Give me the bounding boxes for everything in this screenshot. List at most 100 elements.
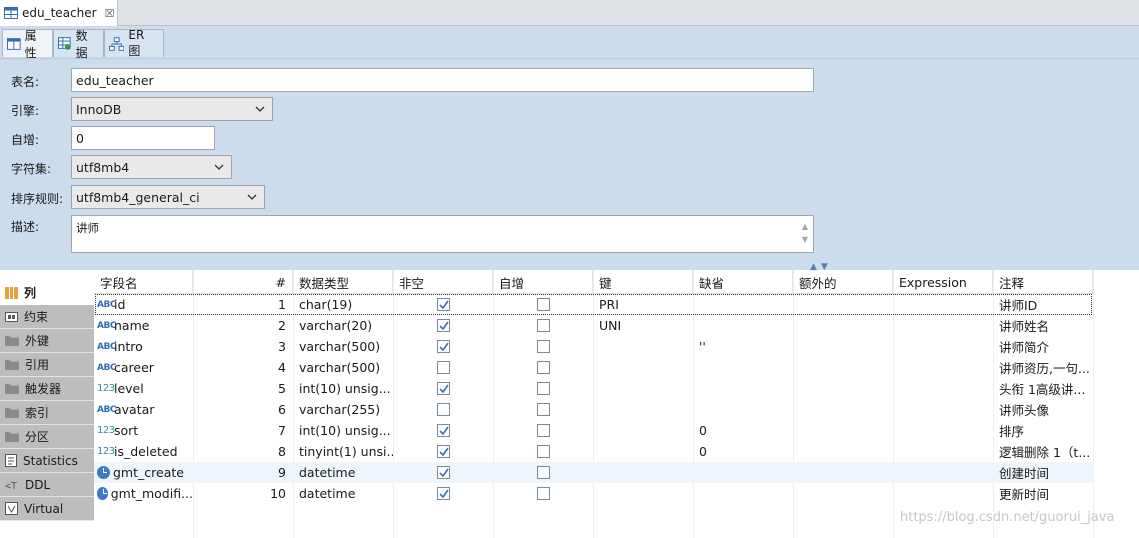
not-null-checkbox[interactable] bbox=[436, 298, 450, 311]
cell-extra[interactable] bbox=[793, 378, 893, 399]
cell-expression[interactable] bbox=[893, 483, 993, 504]
cell-field-name[interactable]: gmt_create bbox=[94, 462, 193, 483]
cell-comment[interactable]: 讲师简介 bbox=[993, 336, 1092, 357]
not-null-checkbox[interactable] bbox=[436, 445, 450, 458]
cell-comment[interactable]: 讲师头像 bbox=[993, 399, 1092, 420]
header-expression[interactable]: Expression bbox=[893, 270, 993, 294]
tab-properties[interactable]: 属性 bbox=[2, 29, 53, 60]
cell-field-name[interactable]: 123 is_deleted bbox=[94, 441, 193, 462]
cell-field-name[interactable]: ABC avatar bbox=[94, 399, 193, 420]
not-null-checkbox[interactable] bbox=[436, 340, 450, 353]
charset-select[interactable]: utf8mb4 bbox=[71, 155, 232, 179]
sidebar-item-constraints[interactable]: 约束 bbox=[0, 305, 94, 329]
sidebar-item-statistics[interactable]: Statistics bbox=[0, 449, 94, 473]
not-null-checkbox[interactable] bbox=[436, 466, 450, 479]
close-icon[interactable]: ☒ bbox=[105, 7, 115, 20]
cell-expression[interactable] bbox=[893, 462, 993, 483]
engine-select[interactable]: InnoDB bbox=[71, 97, 273, 121]
header-not-null[interactable]: 非空 bbox=[393, 270, 493, 294]
cell-data-type[interactable]: varchar(500) bbox=[293, 357, 393, 378]
auto-increment-checkbox[interactable] bbox=[536, 487, 550, 500]
description-textarea[interactable]: 讲师 ▲ ▼ bbox=[71, 215, 814, 253]
auto-increment-checkbox[interactable] bbox=[536, 298, 550, 311]
cell-field-name[interactable]: 123 level bbox=[94, 378, 193, 399]
cell-extra[interactable] bbox=[793, 441, 893, 462]
cell-expression[interactable] bbox=[893, 294, 993, 315]
cell-position[interactable]: 6 bbox=[193, 399, 293, 420]
cell-comment[interactable]: 创建时间 bbox=[993, 462, 1092, 483]
tab-data[interactable]: 数据 bbox=[53, 29, 104, 60]
header-comment[interactable]: 注释 bbox=[993, 270, 1093, 294]
header-extra[interactable]: 额外的 bbox=[793, 270, 893, 294]
cell-default[interactable]: '' bbox=[693, 336, 793, 357]
auto-increment-checkbox[interactable] bbox=[536, 403, 550, 416]
cell-data-type[interactable]: char(19) bbox=[293, 294, 393, 315]
table-row[interactable]: gmt_create 9 datetime 创建时间 bbox=[94, 462, 1094, 483]
cell-position[interactable]: 1 bbox=[193, 294, 293, 315]
sidebar-item-partitions[interactable]: 分区 bbox=[0, 425, 94, 449]
not-null-checkbox[interactable] bbox=[436, 361, 450, 374]
not-null-checkbox[interactable] bbox=[436, 403, 450, 416]
cell-expression[interactable] bbox=[893, 420, 993, 441]
cell-extra[interactable] bbox=[793, 399, 893, 420]
header-data-type[interactable]: 数据类型 bbox=[293, 270, 393, 294]
auto-increment-checkbox[interactable] bbox=[536, 382, 550, 395]
cell-extra[interactable] bbox=[793, 294, 893, 315]
cell-position[interactable]: 8 bbox=[193, 441, 293, 462]
table-row[interactable]: ABC avatar 6 varchar(255) 讲师头像 bbox=[94, 399, 1094, 420]
auto-increment-checkbox[interactable] bbox=[536, 340, 550, 353]
cell-field-name[interactable]: ABC career bbox=[94, 357, 193, 378]
cell-comment[interactable]: 讲师资历,一句... bbox=[993, 357, 1092, 378]
cell-extra[interactable] bbox=[793, 357, 893, 378]
cell-data-type[interactable]: int(10) unsig... bbox=[293, 378, 393, 399]
cell-default[interactable]: 0 bbox=[693, 420, 793, 441]
cell-expression[interactable] bbox=[893, 336, 993, 357]
cell-data-type[interactable]: datetime bbox=[293, 462, 393, 483]
cell-expression[interactable] bbox=[893, 315, 993, 336]
table-row[interactable]: 123 sort 7 int(10) unsig... 0 排序 bbox=[94, 420, 1094, 441]
cell-position[interactable]: 2 bbox=[193, 315, 293, 336]
cell-position[interactable]: 3 bbox=[193, 336, 293, 357]
cell-position[interactable]: 7 bbox=[193, 420, 293, 441]
auto-increment-checkbox[interactable] bbox=[536, 361, 550, 374]
table-row[interactable]: gmt_modifi... 10 datetime 更新时间 bbox=[94, 483, 1094, 504]
cell-position[interactable]: 10 bbox=[193, 483, 293, 504]
cell-key[interactable]: UNI bbox=[593, 315, 693, 336]
cell-expression[interactable] bbox=[893, 378, 993, 399]
cell-extra[interactable] bbox=[793, 315, 893, 336]
sidebar-item-triggers[interactable]: 触发器 bbox=[0, 377, 94, 401]
cell-comment[interactable]: 讲师ID bbox=[993, 294, 1092, 315]
cell-data-type[interactable]: datetime bbox=[293, 483, 393, 504]
cell-default[interactable] bbox=[693, 378, 793, 399]
cell-default[interactable] bbox=[693, 462, 793, 483]
cell-field-name[interactable]: 123 sort bbox=[94, 420, 193, 441]
cell-data-type[interactable]: varchar(500) bbox=[293, 336, 393, 357]
editor-tab-edu-teacher[interactable]: edu_teacher ☒ bbox=[0, 0, 118, 26]
cell-key[interactable] bbox=[593, 462, 693, 483]
cell-key[interactable] bbox=[593, 483, 693, 504]
auto-increment-checkbox[interactable] bbox=[536, 445, 550, 458]
auto-increment-checkbox[interactable] bbox=[536, 466, 550, 479]
cell-extra[interactable] bbox=[793, 483, 893, 504]
cell-extra[interactable] bbox=[793, 336, 893, 357]
cell-comment[interactable]: 头衔 1高级讲... bbox=[993, 378, 1092, 399]
collapse-arrows-icon[interactable]: ▲▼ bbox=[810, 262, 832, 272]
cell-key[interactable]: PRI bbox=[593, 294, 693, 315]
cell-key[interactable] bbox=[593, 441, 693, 462]
cell-field-name[interactable]: ABC name bbox=[94, 315, 193, 336]
table-row[interactable]: ABC name 2 varchar(20) UNI 讲师姓名 bbox=[94, 315, 1094, 336]
table-row[interactable]: ABC career 4 varchar(500) 讲师资历,一句... bbox=[94, 357, 1094, 378]
cell-data-type[interactable]: tinyint(1) unsi... bbox=[293, 441, 393, 462]
cell-data-type[interactable]: varchar(255) bbox=[293, 399, 393, 420]
table-row[interactable]: 123 level 5 int(10) unsig... 头衔 1高级讲... bbox=[94, 378, 1094, 399]
cell-extra[interactable] bbox=[793, 420, 893, 441]
sidebar-item-references[interactable]: 引用 bbox=[0, 353, 94, 377]
table-name-input[interactable]: edu_teacher bbox=[71, 68, 814, 92]
header-field-name[interactable]: 字段名 bbox=[94, 270, 193, 294]
cell-default[interactable] bbox=[693, 315, 793, 336]
cell-key[interactable] bbox=[593, 378, 693, 399]
sidebar-item-virtual[interactable]: Virtual bbox=[0, 497, 94, 521]
autoinc-input[interactable]: 0 bbox=[71, 126, 215, 150]
cell-position[interactable]: 5 bbox=[193, 378, 293, 399]
not-null-checkbox[interactable] bbox=[436, 382, 450, 395]
